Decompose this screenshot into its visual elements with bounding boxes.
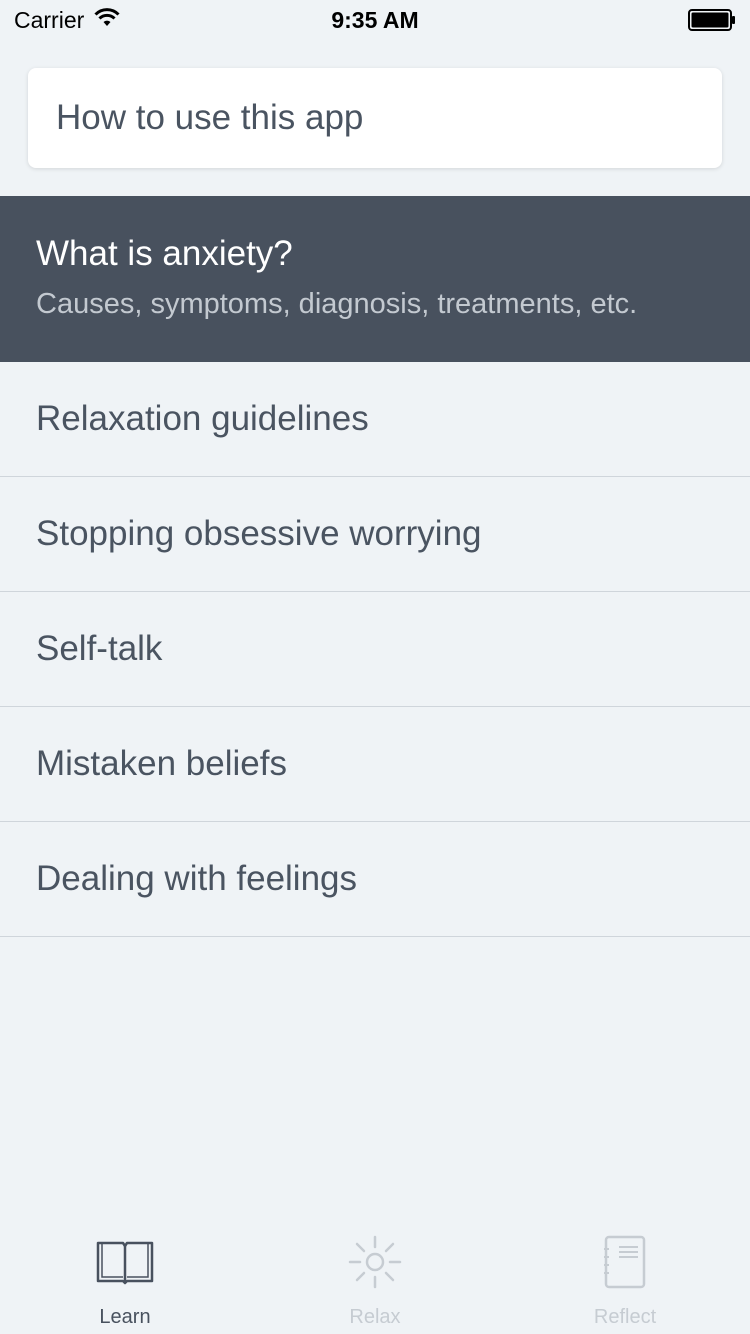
status-left: Carrier xyxy=(14,7,120,34)
topic-label: Mistaken beliefs xyxy=(36,744,287,783)
book-icon xyxy=(94,1232,156,1292)
screen: Carrier 9:35 AM How to use this app What xyxy=(0,0,750,1334)
battery-icon xyxy=(688,9,736,31)
topic-item-what-is-anxiety[interactable]: What is anxiety? Causes, symptoms, diagn… xyxy=(0,196,750,362)
status-bar: Carrier 9:35 AM xyxy=(0,0,750,40)
wifi-icon xyxy=(94,7,120,34)
how-to-use-button[interactable]: How to use this app xyxy=(28,68,722,168)
topic-item-dealing-with-feelings[interactable]: Dealing with feelings xyxy=(0,822,750,937)
topic-item-mistaken-beliefs[interactable]: Mistaken beliefs xyxy=(0,707,750,822)
how-to-use-label: How to use this app xyxy=(56,98,364,137)
topic-title: What is anxiety? xyxy=(36,234,293,273)
tab-label: Relax xyxy=(349,1306,401,1328)
topic-list: What is anxiety? Causes, symptoms, diagn… xyxy=(0,196,750,937)
tab-label: Reflect xyxy=(593,1306,657,1328)
topic-label: Self-talk xyxy=(36,629,163,668)
notebook-icon xyxy=(594,1232,656,1292)
tab-bar: Learn Relax Reflect xyxy=(0,1212,750,1334)
topic-label: Dealing with feelings xyxy=(36,859,358,898)
sun-icon xyxy=(344,1232,406,1292)
topic-item-self-talk[interactable]: Self-talk xyxy=(0,592,750,707)
carrier-label: Carrier xyxy=(14,6,85,33)
topic-item-relaxation-guidelines[interactable]: Relaxation guidelines xyxy=(0,362,750,477)
tab-label: Learn xyxy=(99,1306,151,1328)
tab-reflect[interactable]: Reflect xyxy=(500,1212,750,1334)
tab-relax[interactable]: Relax xyxy=(250,1212,500,1334)
tab-learn[interactable]: Learn xyxy=(0,1212,250,1334)
topic-subtitle: Causes, symptoms, diagnosis, treatments,… xyxy=(36,288,638,320)
topic-label: Relaxation guidelines xyxy=(36,399,369,438)
topic-item-stopping-obsessive-worrying[interactable]: Stopping obsessive worrying xyxy=(0,477,750,592)
topic-label: Stopping obsessive worrying xyxy=(36,514,482,553)
